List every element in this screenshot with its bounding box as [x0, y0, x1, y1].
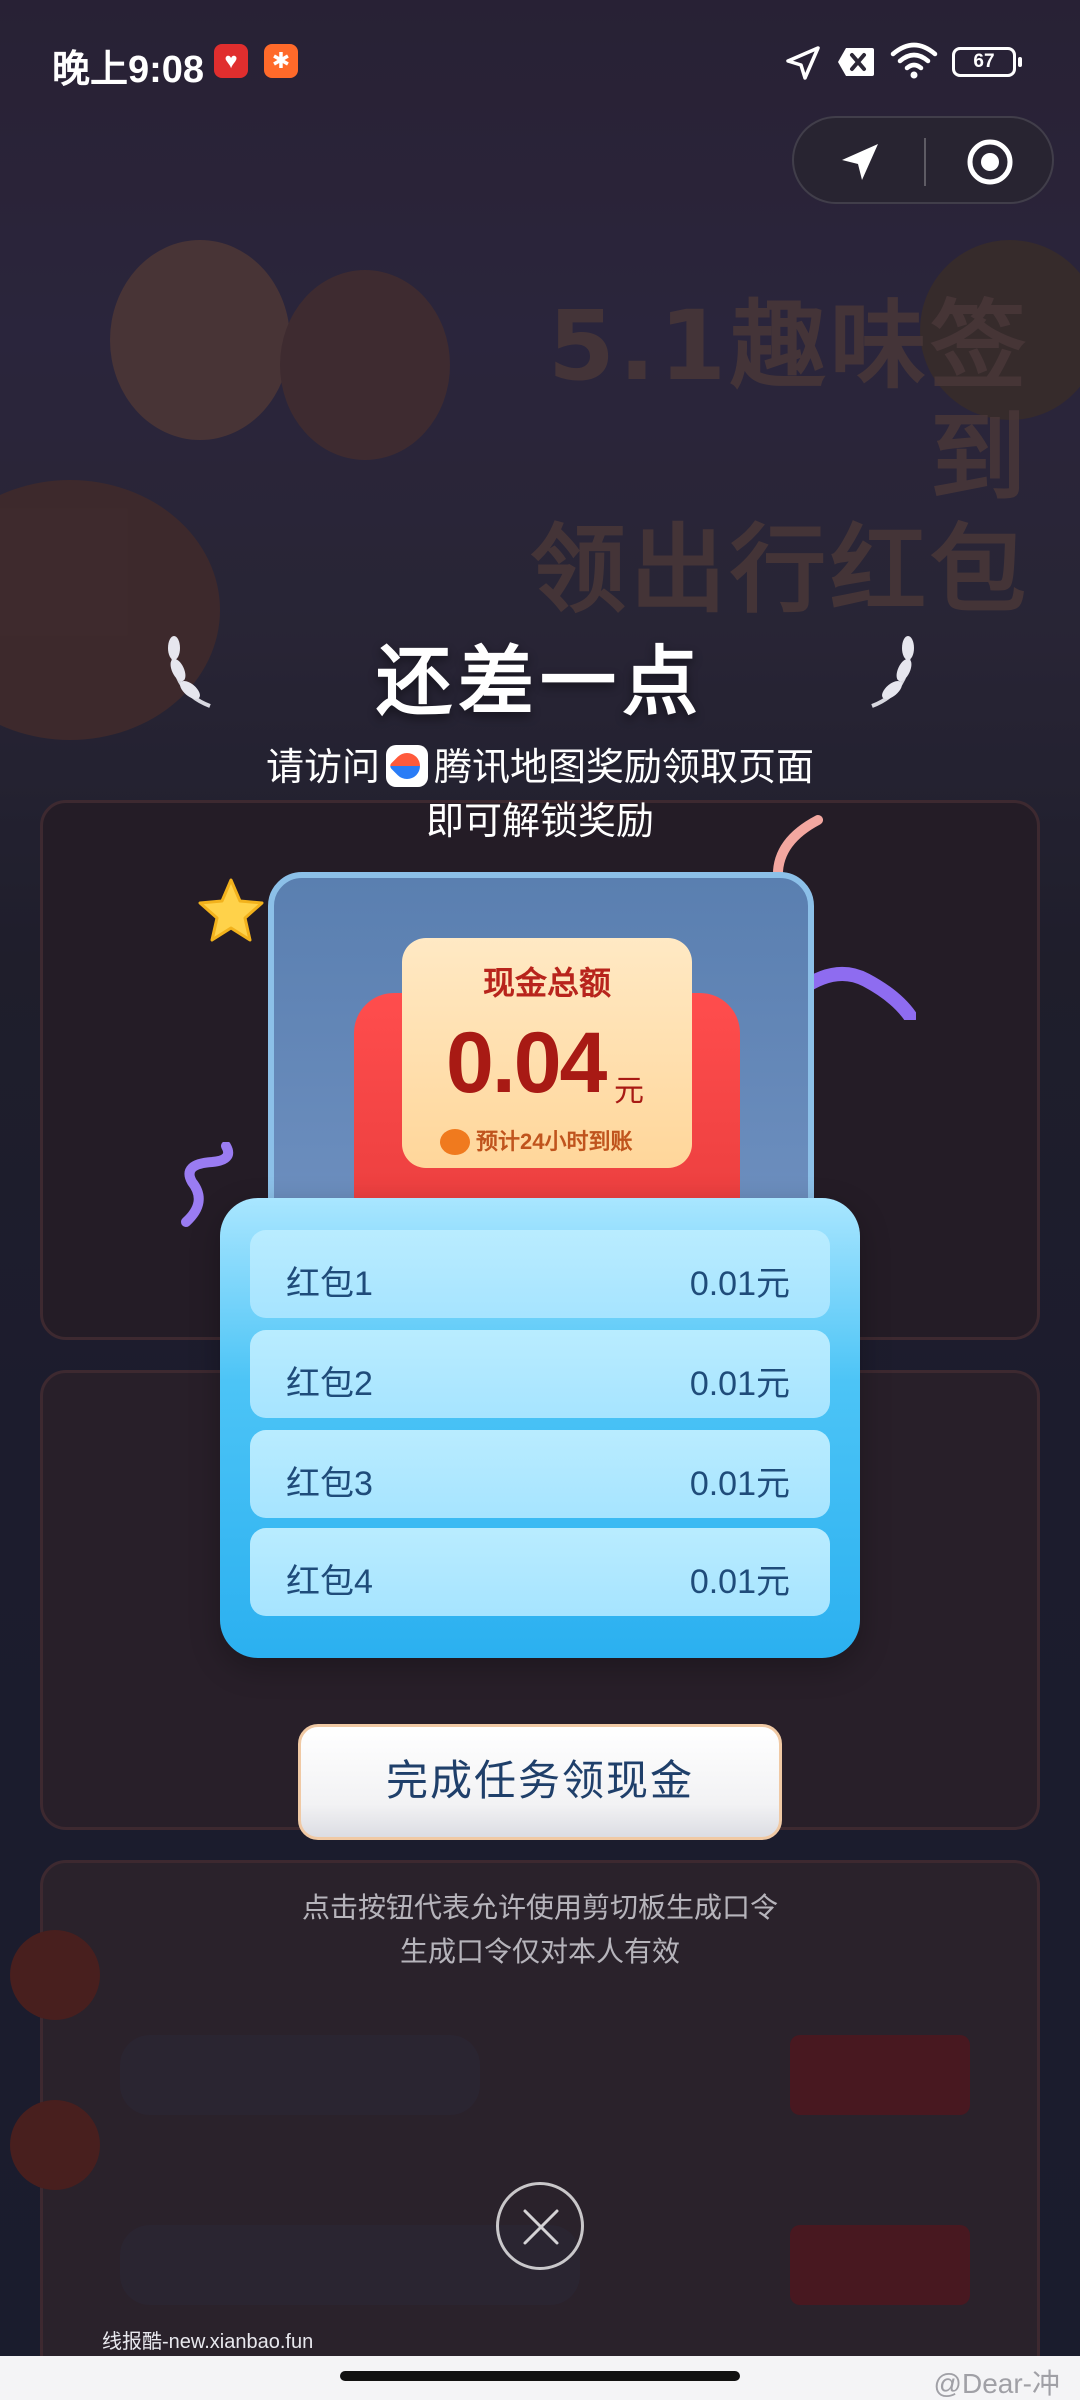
close-button[interactable]: [496, 2182, 584, 2270]
heart-app-icon: ♥: [214, 44, 248, 78]
packet-value: 0.01元: [689, 1563, 790, 1601]
location-arrow-icon: [786, 46, 820, 80]
list-item: 红包2 0.01元: [250, 1330, 830, 1418]
cash-total-amount: 0.04: [446, 1015, 607, 1111]
packet-value: 0.01元: [689, 1365, 790, 1403]
packet-name: 红包3: [286, 1465, 373, 1503]
packet-name: 红包2: [286, 1365, 373, 1403]
map-controls-divider: [924, 138, 926, 186]
packet-name: 红包1: [286, 1265, 373, 1303]
home-indicator[interactable]: [340, 2371, 740, 2381]
clipboard-hint: 点击按钮代表允许使用剪切板生成口令: [301, 1892, 778, 1923]
cash-arrival-note-text: 预计24小时到账: [476, 1129, 633, 1154]
star-decoration-icon: [198, 878, 264, 942]
dialog-title: 还差一点: [376, 637, 704, 726]
status-bar: 晚上9:08 ♥ ✱ 67: [0, 0, 1080, 130]
cash-total-unit: 元: [614, 1075, 644, 1108]
runner-app-icon: ✱: [264, 44, 298, 78]
watermark-right: @Dear-冲: [933, 2368, 1060, 2399]
subtitle-prefix: 请访问: [265, 747, 380, 789]
close-icon: [523, 2209, 559, 2245]
map-controls: [792, 116, 1054, 204]
cash-total-label: 现金总额: [482, 965, 611, 1001]
status-time: 晚上9:08: [52, 49, 205, 91]
navigate-icon[interactable]: [836, 138, 884, 186]
subtitle-app-link: 腾讯地图奖励领取页面: [434, 747, 815, 789]
wifi-icon: [890, 42, 938, 79]
list-item: 红包1 0.01元: [250, 1230, 830, 1318]
ribbon-decoration-icon: [796, 967, 916, 1020]
complete-task-button[interactable]: 完成任务领现金: [298, 1724, 782, 1840]
red-packet-list: 红包1 0.01元 红包2 0.01元 红包3 0.01元 红包4 0.01元: [220, 1198, 860, 1658]
clipboard-hint-line2: 生成口令仅对本人有效: [399, 1936, 680, 1967]
chat-bubble-icon: [440, 1129, 470, 1155]
dialog-subtitle: 请访问 腾讯地图奖励领取页面: [0, 736, 1080, 791]
dialog-subtitle-line2: 即可解锁奖励: [425, 801, 654, 843]
packet-name: 红包4: [286, 1563, 373, 1601]
packet-value: 0.01元: [689, 1265, 790, 1303]
watermark-left: 线报酷-new.xianbao.fun: [102, 2331, 314, 2353]
cash-arrival-note: 预计24小时到账: [440, 1124, 632, 1156]
locate-target-icon[interactable]: [964, 136, 1016, 188]
list-item: 红包4 0.01元: [250, 1528, 830, 1616]
battery-icon: 67: [952, 47, 1022, 77]
cash-total-panel: 现金总额 0.04 元 预计24小时到账: [402, 938, 692, 1168]
prize-card: 现金总额 0.04 元 预计24小时到账: [268, 872, 814, 1232]
packet-value: 0.01元: [689, 1465, 790, 1503]
sim-off-icon: [838, 48, 874, 76]
tencent-map-logo-icon: [386, 745, 428, 787]
list-item: 红包3 0.01元: [250, 1430, 830, 1518]
